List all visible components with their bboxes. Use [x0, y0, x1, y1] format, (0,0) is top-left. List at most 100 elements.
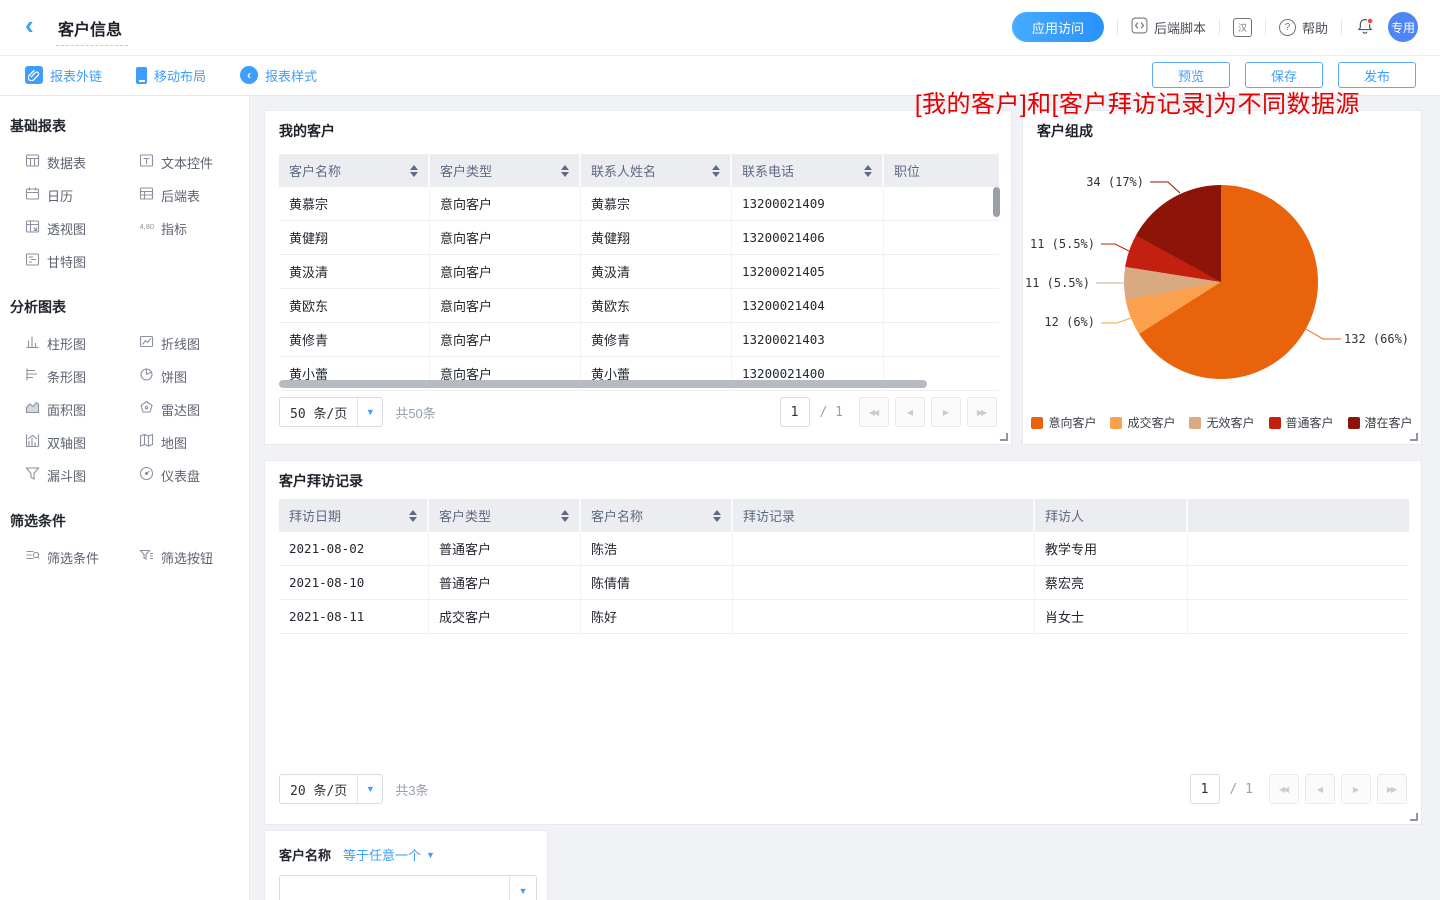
legend-label: 成交客户 — [1127, 416, 1176, 430]
pie-legend: 意向客户 成交客户 无效客户 普通客户 潜在客户 — [1023, 414, 1421, 431]
visit-records-card[interactable]: 客户拜访记录 拜访日期 客户类型 客户名称 拜访记录 拜访人 2021-08-02 普通客户… — [264, 460, 1422, 825]
sidebar-item-funnel-chart[interactable]: 漏斗图 — [25, 465, 139, 485]
filter-operator-select[interactable]: 等于任意一个 ▼ — [343, 845, 435, 864]
legend-item[interactable]: 潜在客户 — [1347, 414, 1413, 431]
legend-item[interactable]: 普通客户 — [1268, 414, 1334, 431]
table-cell: 13200021404 — [732, 289, 884, 323]
sort-icon[interactable] — [561, 509, 569, 522]
prev-page-icon: ◀ — [906, 407, 913, 417]
radar-chart-icon — [139, 400, 154, 418]
page-size-value: 50 条/页 — [290, 406, 348, 422]
report-link-button[interactable]: 报表外链 — [25, 66, 102, 85]
sort-icon[interactable] — [561, 164, 569, 177]
next-page-button[interactable]: ▶ — [931, 397, 961, 427]
legend-item[interactable]: 无效客户 — [1189, 414, 1255, 431]
sidebar-item-pivot[interactable]: 透视图 — [25, 218, 139, 238]
sidebar-item-text-widget[interactable]: 文本控件 — [139, 152, 249, 172]
filter-value-select[interactable]: ▼ — [279, 875, 537, 900]
sidebar-item-label: 日历 — [47, 188, 74, 204]
app-access-button[interactable]: 应用访问 — [1011, 12, 1104, 42]
report-style-button[interactable]: ‹ 报表样式 — [240, 66, 317, 85]
first-page-button[interactable]: ◀◀ — [1269, 774, 1299, 804]
customer-composition-card[interactable]: 客户组成 132 (66%) 12 (6%) 11 (5.5%) 11 (5.5… — [1022, 110, 1422, 445]
sidebar-section: 筛选条件 筛选条件 筛选按钮 — [0, 511, 249, 567]
first-page-icon: ◀◀ — [1278, 784, 1289, 794]
first-page-button[interactable]: ◀◀ — [859, 397, 889, 427]
prev-page-button[interactable]: ◀ — [1305, 774, 1335, 804]
sidebar-item-label: 折线图 — [161, 336, 201, 352]
legend-item[interactable]: 成交客户 — [1110, 414, 1175, 431]
user-avatar-badge[interactable]: 专用 — [1388, 12, 1418, 42]
card-title: 客户拜访记录 — [279, 473, 363, 489]
legend-item[interactable]: 意向客户 — [1031, 414, 1096, 431]
resize-handle[interactable] — [1410, 813, 1418, 821]
sidebar-item-pie-chart[interactable]: 饼图 — [139, 366, 249, 386]
table-cell: 黄汲清 — [279, 255, 430, 289]
page-number-input[interactable]: 1 — [1189, 774, 1220, 804]
sidebar-item-line-chart[interactable]: 折线图 — [139, 333, 249, 353]
style-icon: ‹ — [240, 66, 259, 84]
sort-icon[interactable] — [712, 164, 720, 177]
vertical-scrollbar[interactable] — [993, 187, 1000, 217]
column-header[interactable]: 联系电话 — [732, 154, 884, 187]
sidebar-item-bar-chart[interactable]: 条形图 — [25, 366, 139, 386]
column-header[interactable]: 客户名称 — [279, 154, 430, 187]
resize-handle[interactable] — [1000, 433, 1008, 441]
sidebar-item-label: 后端表 — [161, 188, 201, 204]
notification-bell-icon[interactable] — [1355, 17, 1375, 37]
legend-swatch-icon — [1110, 416, 1123, 429]
my-customers-card[interactable]: 我的客户 客户名称 客户类型 联系人姓名 联系电话 职位 黄慕宗 意向客户 黄慕宗 132000… — [264, 110, 1012, 445]
table-cell: 陈浩 — [581, 532, 733, 566]
page-size-select[interactable]: 20 条/页 ▼ — [279, 774, 384, 804]
last-page-icon: ▶▶ — [1386, 784, 1397, 794]
column-header[interactable]: 拜访日期 — [279, 499, 429, 532]
sort-icon[interactable] — [864, 164, 872, 177]
next-page-button[interactable]: ▶ — [1341, 774, 1371, 804]
page-total: / 1 — [1229, 781, 1253, 797]
page-title[interactable]: 客户信息 — [56, 22, 129, 46]
last-page-button[interactable]: ▶▶ — [1377, 774, 1407, 804]
table-cell — [884, 289, 999, 323]
sidebar-item-column-chart[interactable]: 柱形图 — [25, 333, 139, 353]
last-page-button[interactable]: ▶▶ — [967, 397, 997, 427]
sort-icon[interactable] — [410, 164, 418, 177]
filter-card[interactable]: 客户名称 等于任意一个 ▼ ▼ — [264, 830, 548, 900]
table-cell: 蔡宏亮 — [1035, 566, 1188, 600]
table-cell: 陈好 — [581, 600, 733, 634]
sidebar-item-map[interactable]: 地图 — [139, 432, 249, 452]
column-header[interactable]: 客户名称 — [581, 499, 733, 532]
prev-page-button[interactable]: ◀ — [895, 397, 925, 427]
help-button[interactable]: ? 帮助 — [1278, 18, 1328, 37]
sidebar-item-metric[interactable]: 4,80 指标 — [139, 218, 249, 238]
page-size-select[interactable]: 50 条/页 ▼ — [279, 397, 384, 427]
sort-icon[interactable] — [713, 509, 721, 522]
column-header[interactable]: 客户类型 — [429, 499, 581, 532]
sidebar-item-area-chart[interactable]: 面积图 — [25, 399, 139, 419]
mobile-layout-button[interactable]: 移动布局 — [136, 66, 206, 85]
backend-script-button[interactable]: 后端脚本 — [1131, 17, 1206, 37]
table-cell: 黄健翔 — [581, 221, 732, 255]
horizontal-scrollbar[interactable] — [279, 380, 927, 388]
sidebar-item-gantt[interactable]: 甘特图 — [25, 251, 139, 271]
sidebar-item-radar-chart[interactable]: 雷达图 — [139, 399, 249, 419]
page-number-input[interactable]: 1 — [779, 397, 810, 427]
table-cell: 成交客户 — [429, 600, 581, 634]
column-header[interactable]: 客户类型 — [430, 154, 581, 187]
sidebar-item-calendar[interactable]: 日历 — [25, 185, 139, 205]
column-header[interactable]: 联系人姓名 — [581, 154, 732, 187]
sidebar-item-filter-button[interactable]: 筛选按钮 — [139, 547, 249, 567]
sidebar-item-filter-condition[interactable]: 筛选条件 — [25, 547, 139, 567]
sidebar-item-gauge[interactable]: 仪表盘 — [139, 465, 249, 485]
back-icon[interactable]: ‹ — [25, 10, 34, 40]
sidebar-item-dual-axis-chart[interactable]: 双轴图 — [25, 432, 139, 452]
divider — [1116, 19, 1118, 35]
sort-icon[interactable] — [409, 509, 417, 522]
sidebar-item-backend-table[interactable]: 后端表 — [139, 185, 249, 205]
filter-field-label: 客户名称 — [279, 848, 332, 863]
resize-handle[interactable] — [1410, 433, 1418, 441]
sidebar-item-data-table[interactable]: 数据表 — [25, 152, 139, 172]
sidebar-item-label: 雷达图 — [161, 402, 201, 418]
sidebar-item-label: 筛选按钮 — [161, 550, 214, 566]
language-icon[interactable]: 汉 — [1232, 17, 1252, 37]
page-size-value: 20 条/页 — [290, 783, 348, 799]
